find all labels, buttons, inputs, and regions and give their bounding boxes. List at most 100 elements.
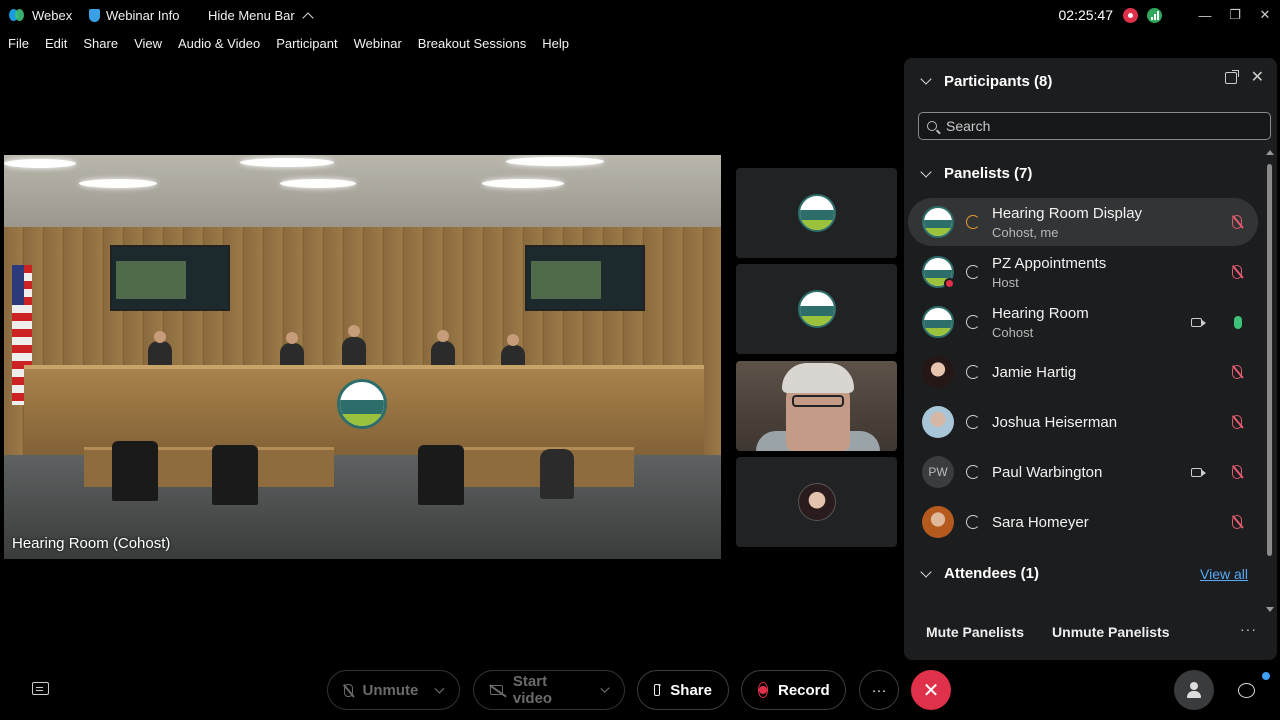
menu-edit[interactable]: Edit	[45, 36, 67, 51]
panelist-role: Host	[992, 275, 1019, 290]
view-all-link[interactable]: View all	[1200, 566, 1248, 582]
shield-icon	[89, 8, 100, 22]
chevron-down-icon[interactable]	[434, 683, 445, 693]
panelist-row[interactable]: Joshua Heiserman	[908, 398, 1258, 446]
panelist-row[interactable]: PZ Appointments Host	[908, 248, 1258, 296]
panelist-role: Cohost	[992, 325, 1034, 340]
mic-muted-icon[interactable]	[1232, 415, 1242, 429]
video-person	[540, 449, 574, 499]
unmute-panelists-button[interactable]: Unmute Panelists	[1052, 624, 1169, 640]
chevron-down-icon[interactable]	[920, 565, 932, 578]
app-title: Webex	[8, 8, 72, 23]
video-thumbnail[interactable]	[736, 168, 897, 258]
video-person-head	[507, 334, 519, 346]
panelist-name: Hearing Room Display	[992, 205, 1143, 222]
menu-file[interactable]: File	[8, 36, 29, 51]
attendees-section-header[interactable]: Attendees (1) View all	[918, 565, 1248, 582]
panel-more-button[interactable]: ···	[1240, 621, 1257, 637]
participants-toggle-button[interactable]	[1174, 670, 1214, 710]
search-icon	[927, 121, 937, 131]
camera-icon[interactable]	[1191, 467, 1206, 477]
panelist-row[interactable]: Hearing Room Cohost	[908, 298, 1258, 346]
panelists-section-header[interactable]: Panelists (7)	[918, 165, 1248, 182]
mic-muted-icon[interactable]	[1232, 515, 1242, 529]
ceiling-light	[280, 179, 356, 188]
scroll-up-icon[interactable]	[1266, 150, 1274, 155]
recording-indicator-icon[interactable]	[1123, 7, 1138, 23]
panel-scrollbar[interactable]	[1266, 150, 1274, 612]
sync-icon	[966, 265, 980, 279]
menu-view[interactable]: View	[134, 36, 162, 51]
panel-footer: Mute Panelists Unmute Panelists	[926, 624, 1170, 640]
record-button[interactable]: Record	[741, 670, 846, 710]
sync-icon	[966, 315, 980, 329]
menu-webinar[interactable]: Webinar	[354, 36, 402, 51]
main-video-stage[interactable]: Hearing Room (Cohost)	[4, 155, 721, 559]
video-ceiling	[4, 155, 721, 227]
mute-panelists-button[interactable]: Mute Panelists	[926, 624, 1024, 640]
minimize-button[interactable]: —	[1190, 0, 1220, 30]
scroll-down-icon[interactable]	[1266, 607, 1274, 612]
popout-icon[interactable]	[1224, 70, 1239, 84]
mic-muted-icon[interactable]	[1232, 215, 1242, 229]
restore-button[interactable]: ❐	[1220, 0, 1250, 30]
title-bar: Webex Webinar Info Hide Menu Bar 02:25:4…	[0, 0, 1280, 30]
panelist-name: Sara Homeyer	[992, 514, 1089, 531]
panelist-name: Hearing Room	[992, 305, 1089, 322]
org-logo-avatar	[922, 306, 954, 338]
window-close-button[interactable]: ✕	[1250, 0, 1280, 30]
org-logo-avatar	[922, 206, 954, 238]
participants-header[interactable]: Participants (8) ✕	[918, 70, 1268, 92]
participants-title: Participants (8)	[944, 72, 1053, 90]
menu-breakout-sessions[interactable]: Breakout Sessions	[418, 36, 526, 51]
participant-search[interactable]	[918, 112, 1271, 140]
app-name: Webex	[32, 7, 73, 23]
closed-captions-icon[interactable]	[32, 682, 49, 695]
thumbnail-person-glasses	[792, 395, 844, 407]
camera-icon[interactable]	[1191, 317, 1206, 327]
chat-button[interactable]	[1226, 670, 1266, 710]
unmute-button[interactable]: Unmute	[327, 670, 460, 710]
panelist-row[interactable]: Hearing Room Display Cohost, me	[908, 198, 1258, 246]
video-person-head	[154, 331, 166, 343]
panelist-row[interactable]: PW Paul Warbington	[908, 448, 1258, 496]
sync-icon	[966, 215, 980, 229]
share-label: Share	[670, 681, 712, 699]
close-panel-icon[interactable]: ✕	[1251, 70, 1264, 86]
panelist-row[interactable]: Sara Homeyer	[908, 498, 1258, 546]
menu-audio-video[interactable]: Audio & Video	[178, 36, 260, 51]
share-icon	[654, 681, 663, 696]
share-button[interactable]: Share	[637, 670, 729, 710]
menu-participant[interactable]: Participant	[276, 36, 337, 51]
search-input[interactable]	[946, 118, 1246, 134]
thumbnail-person-hair	[782, 363, 854, 393]
hide-menu-bar-button[interactable]: Hide Menu Bar	[208, 8, 314, 24]
initials-avatar: PW	[922, 456, 954, 488]
panelist-name: Paul Warbington	[992, 464, 1103, 481]
chevron-down-icon[interactable]	[600, 683, 610, 693]
more-options-button[interactable]: ···	[859, 670, 899, 710]
leave-meeting-button[interactable]: ✕	[911, 670, 951, 710]
mic-on-icon[interactable]	[1234, 315, 1242, 329]
video-chair	[112, 441, 158, 501]
chevron-down-icon[interactable]	[920, 73, 932, 85]
mic-muted-icon[interactable]	[1232, 265, 1242, 279]
network-health-icon[interactable]	[1147, 7, 1162, 23]
start-video-button[interactable]: Start video	[473, 670, 625, 710]
photo-avatar	[922, 406, 954, 438]
mic-muted-icon[interactable]	[1232, 465, 1242, 479]
panelist-row[interactable]: Jamie Hartig	[908, 348, 1258, 396]
video-thumbnail[interactable]	[736, 264, 897, 354]
webinar-info-button[interactable]: Webinar Info	[89, 8, 179, 23]
video-thumbnail[interactable]	[736, 457, 897, 547]
menu-help[interactable]: Help	[542, 36, 569, 51]
video-person	[342, 337, 366, 367]
sync-icon	[966, 365, 980, 379]
menu-share[interactable]: Share	[83, 36, 118, 51]
video-person-head	[348, 325, 360, 337]
webinar-info-label: Webinar Info	[106, 7, 180, 23]
chevron-down-icon[interactable]	[920, 165, 932, 178]
mic-muted-icon[interactable]	[1232, 365, 1242, 379]
scroll-thumb[interactable]	[1267, 164, 1272, 556]
video-thumbnail-live[interactable]	[736, 361, 897, 451]
